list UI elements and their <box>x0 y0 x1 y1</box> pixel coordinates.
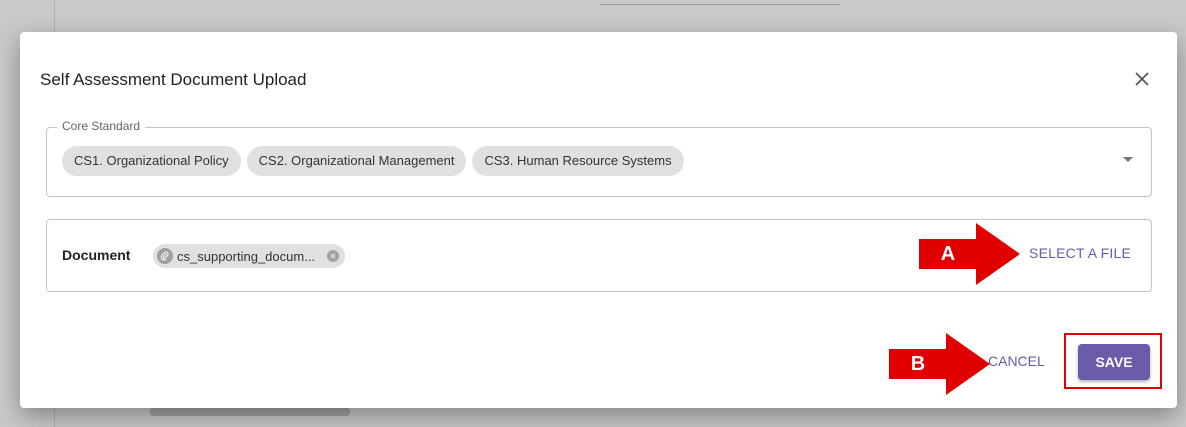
backdrop-divider <box>600 4 840 5</box>
annotation-marker-a: A <box>919 239 977 269</box>
annotation-arrow-a <box>976 223 1020 285</box>
file-chip[interactable]: cs_supporting_docum... <box>153 244 346 268</box>
caret-down-icon[interactable] <box>1123 157 1133 162</box>
paperclip-icon <box>157 248 173 264</box>
backdrop-text <box>150 408 350 416</box>
core-standard-field[interactable]: Core Standard CS1. Organizational Policy… <box>46 119 1152 197</box>
upload-dialog: Self Assessment Document Upload Core Sta… <box>20 32 1177 408</box>
close-button[interactable] <box>1129 66 1155 92</box>
annotation-marker-b: B <box>889 349 947 379</box>
cancel-circle-icon[interactable] <box>327 250 340 262</box>
file-name: cs_supporting_docum... <box>177 248 316 264</box>
core-standard-chips: CS1. Organizational Policy CS2. Organiza… <box>62 146 684 176</box>
dialog-title: Self Assessment Document Upload <box>40 70 307 89</box>
core-standard-chip[interactable]: CS3. Human Resource Systems <box>472 146 684 176</box>
document-label: Document <box>62 247 131 263</box>
close-icon <box>1135 72 1149 86</box>
annotation-arrow-b <box>946 333 990 395</box>
cancel-button[interactable]: CANCEL <box>988 353 1045 369</box>
select-file-button[interactable]: SELECT A FILE <box>1029 245 1131 261</box>
core-standard-chip[interactable]: CS1. Organizational Policy <box>62 146 241 176</box>
core-standard-label: Core Standard <box>57 119 146 133</box>
core-standard-chip[interactable]: CS2. Organizational Management <box>246 146 467 176</box>
save-highlight-box <box>1064 333 1162 389</box>
